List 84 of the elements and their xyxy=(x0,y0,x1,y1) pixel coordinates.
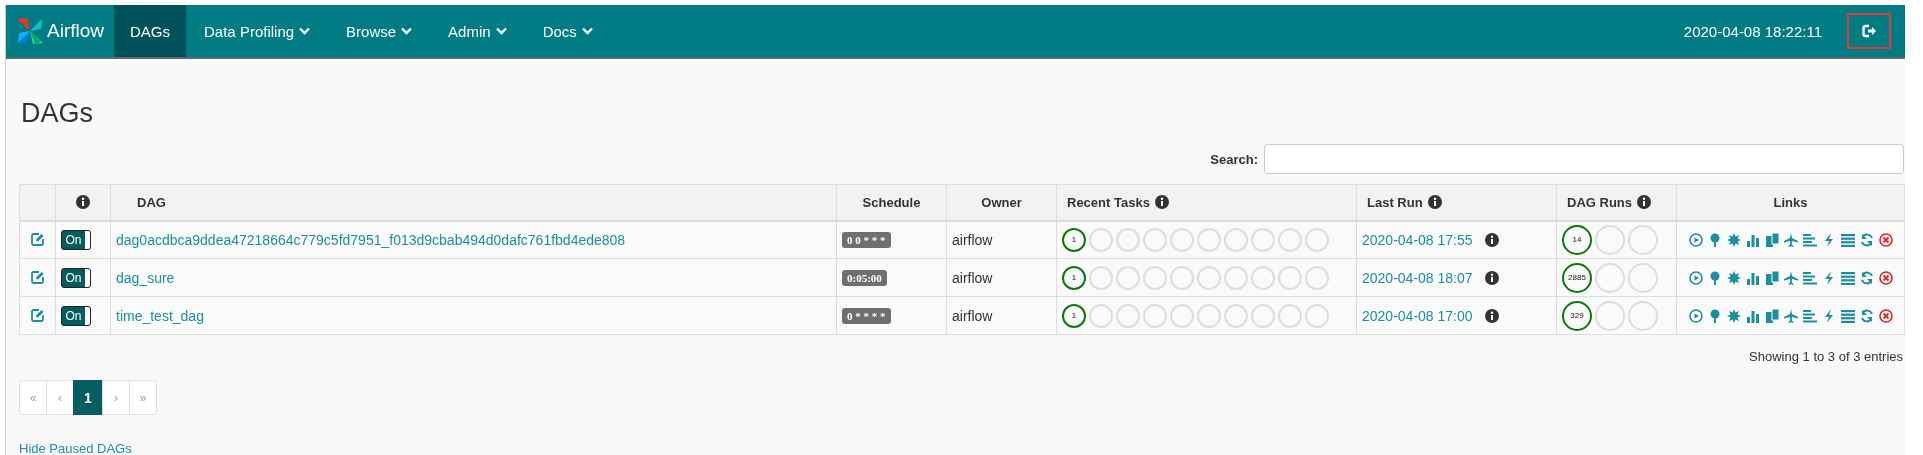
caret-down-icon xyxy=(495,27,507,35)
page-button[interactable]: » xyxy=(129,380,157,415)
documents-icon[interactable] xyxy=(1764,270,1779,285)
plane-icon[interactable] xyxy=(1783,308,1798,323)
logout-button[interactable] xyxy=(1847,13,1891,49)
close-circle-icon[interactable] xyxy=(1878,270,1893,285)
column-header: Links xyxy=(1676,184,1905,221)
documents-icon[interactable] xyxy=(1764,308,1779,323)
dag-link[interactable]: dag_sure xyxy=(116,269,175,286)
close-circle-icon[interactable] xyxy=(1878,232,1893,247)
toggle-switch[interactable]: On xyxy=(61,267,91,288)
brand-link[interactable]: Airflow xyxy=(47,20,104,42)
play-circle-icon[interactable] xyxy=(1688,232,1703,247)
refresh-icon[interactable] xyxy=(1859,270,1874,285)
pinwheel-logo-icon xyxy=(15,16,45,46)
caret-down-icon xyxy=(401,27,413,35)
align-left-icon[interactable] xyxy=(1802,308,1817,323)
play-circle-icon[interactable] xyxy=(1688,308,1703,323)
edit-icon[interactable] xyxy=(31,309,44,322)
column-header: DAG Runs xyxy=(1567,194,1632,210)
schedule-badge: 0 * * * * xyxy=(842,307,891,324)
caret-down-icon xyxy=(581,27,593,35)
page-button[interactable]: › xyxy=(102,380,130,415)
plane-icon[interactable] xyxy=(1783,232,1798,247)
sunburst-icon[interactable] xyxy=(1726,232,1741,247)
status-count[interactable]: 14 xyxy=(1562,224,1592,255)
info-icon xyxy=(1484,232,1499,247)
refresh-icon[interactable] xyxy=(1859,308,1874,323)
caret-down-icon xyxy=(299,27,311,35)
list-icon[interactable] xyxy=(1840,308,1855,323)
page-button[interactable]: « xyxy=(19,380,47,415)
page-button[interactable]: 1 xyxy=(73,380,103,415)
nav-menu-item[interactable]: Browse xyxy=(328,5,431,57)
nav-menu-item[interactable]: Docs xyxy=(524,5,611,57)
status-count[interactable]: 329 xyxy=(1562,300,1592,331)
toggle-switch[interactable]: On xyxy=(61,305,91,326)
table-cell: airflow xyxy=(946,258,1057,297)
status-count[interactable]: 1 xyxy=(1062,265,1086,290)
status-count[interactable]: 1 xyxy=(1062,227,1086,252)
logout-icon xyxy=(1862,24,1876,38)
documents-icon[interactable] xyxy=(1764,232,1779,247)
refresh-icon[interactable] xyxy=(1859,232,1874,247)
sunburst-icon[interactable] xyxy=(1726,270,1741,285)
schedule-badge: 0:05:00 xyxy=(842,269,887,286)
plane-icon[interactable] xyxy=(1783,270,1798,285)
clock-text: 2020-04-08 18:22:11 xyxy=(1683,22,1822,40)
info-icon xyxy=(1484,270,1499,285)
table-cell: airflow xyxy=(946,296,1057,335)
dag-link[interactable]: time_test_dag xyxy=(116,307,204,324)
column-header: Last Run xyxy=(1367,194,1423,210)
search-field[interactable] xyxy=(1264,144,1904,174)
page-button[interactable]: ‹ xyxy=(46,380,74,415)
sunburst-icon[interactable] xyxy=(1726,308,1741,323)
list-icon[interactable] xyxy=(1840,270,1855,285)
info-icon xyxy=(1484,308,1499,323)
bar-chart-icon[interactable] xyxy=(1745,270,1760,285)
nav-menu-item[interactable]: DAGs xyxy=(114,5,187,57)
list-icon[interactable] xyxy=(1840,232,1855,247)
bar-chart-icon[interactable] xyxy=(1745,232,1760,247)
entries-info: Showing 1 to 3 of 3 entries xyxy=(1748,348,1904,364)
nav-menu-item[interactable]: Admin xyxy=(430,5,525,57)
schedule-badge: 0 0 * * * xyxy=(842,231,891,248)
align-left-icon[interactable] xyxy=(1802,232,1817,247)
info-icon xyxy=(1427,195,1442,210)
info-icon xyxy=(1637,195,1651,210)
info-icon xyxy=(1154,195,1169,210)
edit-icon[interactable] xyxy=(31,233,44,247)
column-header: Owner xyxy=(946,184,1057,221)
page-title: DAGs xyxy=(20,97,94,130)
close-circle-icon[interactable] xyxy=(1878,308,1893,323)
column-header: Recent Tasks xyxy=(1067,194,1150,210)
edit-icon[interactable] xyxy=(31,271,44,284)
toggle-switch[interactable]: On xyxy=(61,229,91,250)
status-count[interactable]: 2885 xyxy=(1562,262,1592,293)
nav-menu-item[interactable]: Data Profiling xyxy=(186,5,329,57)
align-left-icon[interactable] xyxy=(1802,270,1817,285)
search-label: Search: xyxy=(1210,151,1258,167)
hide-paused-link[interactable]: Hide Paused DAGs xyxy=(19,441,132,455)
column-header: DAG xyxy=(110,184,837,221)
bar-chart-icon[interactable] xyxy=(1745,308,1760,323)
status-count[interactable]: 1 xyxy=(1062,303,1086,328)
play-circle-icon[interactable] xyxy=(1688,270,1703,285)
table-cell: airflow xyxy=(946,220,1057,259)
column-header: Schedule xyxy=(836,184,947,221)
